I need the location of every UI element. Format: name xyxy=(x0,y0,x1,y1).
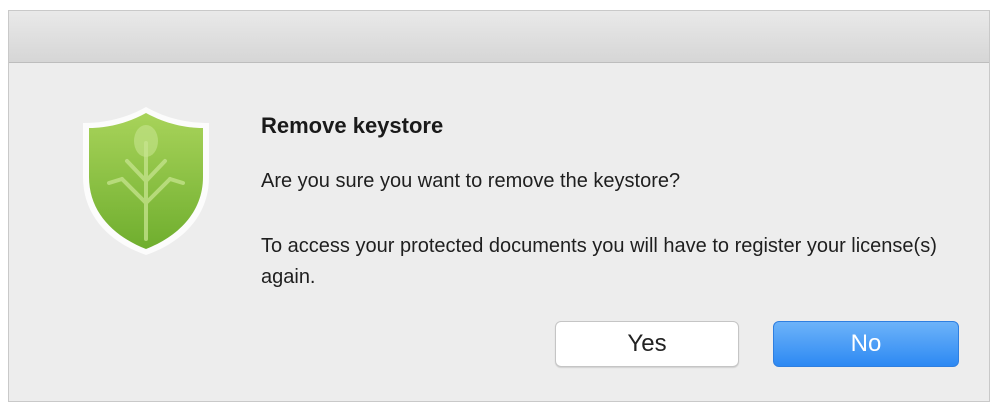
shield-leaf-icon xyxy=(83,107,209,255)
remove-keystore-dialog: Remove keystore Are you sure you want to… xyxy=(8,10,990,402)
dialog-title: Remove keystore xyxy=(261,113,444,138)
no-button[interactable]: No xyxy=(773,321,959,367)
dialog-info-text: To access your protected documents you w… xyxy=(261,235,937,288)
yes-button[interactable]: Yes xyxy=(555,321,739,367)
dialog-question: Are you sure you want to remove the keys… xyxy=(261,170,681,192)
dialog-titlebar xyxy=(9,11,989,63)
